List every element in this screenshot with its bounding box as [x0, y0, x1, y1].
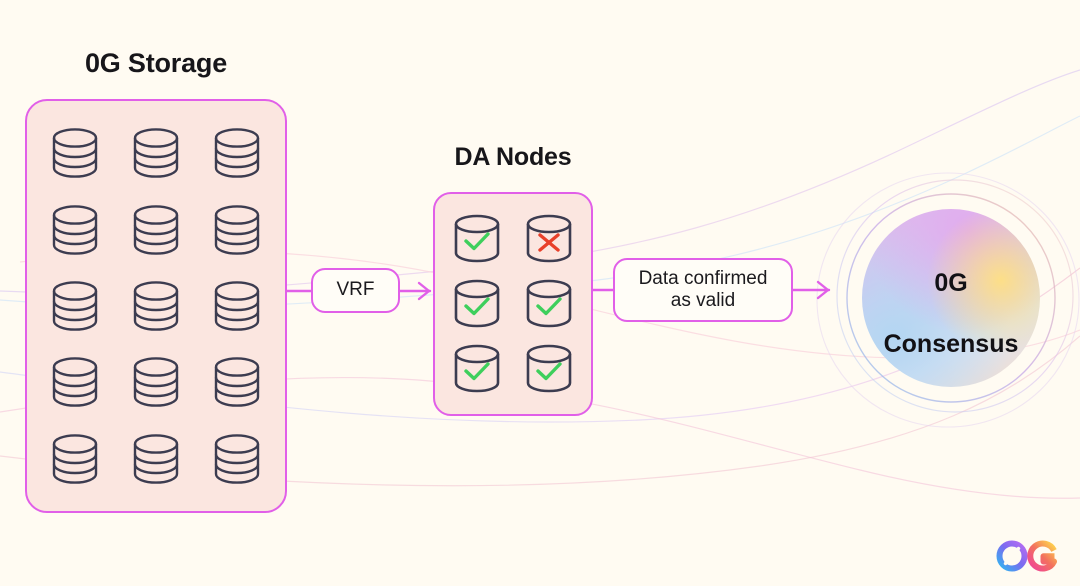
arrowhead-data-to-consensus — [816, 280, 830, 300]
da-node-valid[interactable] — [451, 343, 503, 395]
database-cylinder-icon[interactable] — [51, 204, 99, 256]
check-icon — [536, 297, 562, 316]
diagram-canvas: 0G Storage DA Nodes VRF Data confirmed a… — [0, 0, 1080, 586]
danodes-node-grid — [435, 194, 591, 414]
database-cylinder-icon[interactable] — [213, 433, 261, 485]
database-cylinder-icon[interactable] — [132, 433, 180, 485]
database-cylinder-icon[interactable] — [132, 356, 180, 408]
cross-icon — [538, 232, 560, 252]
vrf-box[interactable]: VRF — [311, 268, 400, 313]
data-confirmed-line2: as valid — [670, 290, 736, 311]
database-cylinder-icon[interactable] — [51, 433, 99, 485]
logo-g-icon — [1027, 540, 1057, 572]
database-cylinder-icon[interactable] — [51, 280, 99, 332]
storage-node-grid — [27, 101, 285, 511]
storage-panel — [25, 99, 287, 513]
check-icon — [464, 231, 490, 250]
data-confirmed-box[interactable]: Data confirmed as valid — [613, 258, 793, 322]
da-node-valid[interactable] — [523, 343, 575, 395]
database-cylinder-icon[interactable] — [132, 204, 180, 256]
check-icon — [464, 297, 490, 316]
database-cylinder-icon[interactable] — [213, 127, 261, 179]
da-node-valid[interactable] — [451, 278, 503, 330]
check-icon — [464, 362, 490, 381]
database-cylinder-icon[interactable] — [213, 356, 261, 408]
database-cylinder-icon[interactable] — [51, 127, 99, 179]
database-cylinder-icon[interactable] — [132, 127, 180, 179]
database-cylinder-icon[interactable] — [51, 356, 99, 408]
consensus-line2: Consensus — [883, 329, 1019, 358]
da-node-invalid[interactable] — [523, 213, 575, 265]
database-cylinder-icon[interactable] — [132, 280, 180, 332]
database-cylinder-icon[interactable] — [213, 204, 261, 256]
da-node-valid[interactable] — [451, 213, 503, 265]
consensus-circle[interactable]: 0G Consensus — [862, 209, 1040, 387]
data-confirmed-label: Data confirmed as valid — [639, 268, 768, 313]
storage-section-title: 0G Storage — [84, 48, 228, 78]
data-confirmed-line1: Data confirmed — [638, 267, 768, 289]
consensus-label: 0G Consensus — [884, 237, 1019, 359]
database-cylinder-icon[interactable] — [213, 280, 261, 332]
consensus-line1: 0G — [934, 268, 968, 297]
arrowhead-vrf-to-danodes — [417, 281, 431, 301]
check-icon — [536, 362, 562, 381]
logo-zero-icon — [996, 540, 1028, 572]
vrf-label: VRF — [336, 279, 375, 301]
0g-logo — [996, 540, 1057, 572]
danodes-panel — [433, 192, 593, 416]
da-node-valid[interactable] — [523, 278, 575, 330]
danodes-section-title: DA Nodes — [454, 143, 572, 171]
